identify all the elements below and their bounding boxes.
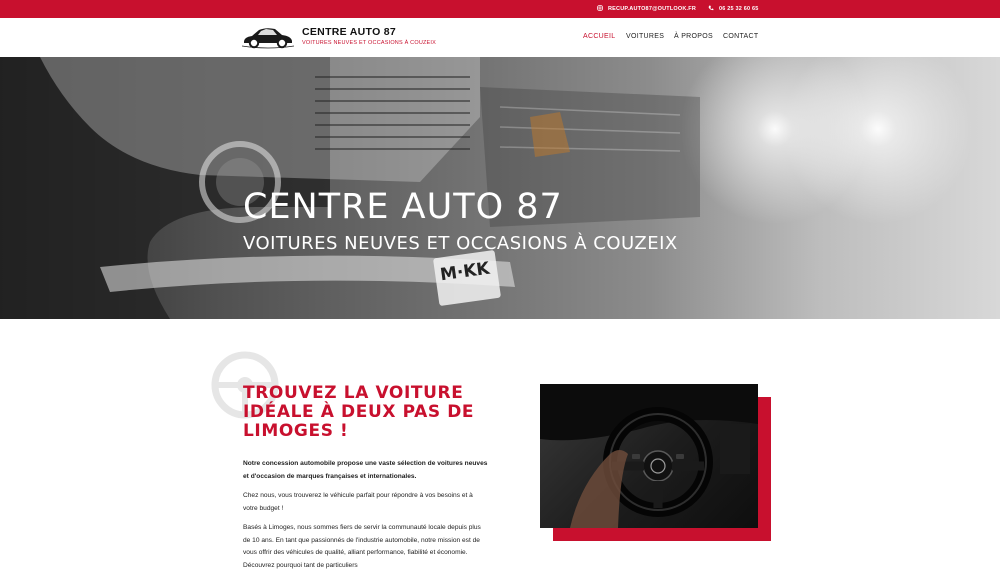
intro-paragraph-1: Notre concession automobile propose une … (243, 460, 488, 480)
hero-subtitle: VOITURES NEUVES ET OCCASIONS À COUZEIX (243, 233, 678, 254)
top-bar: RECUP.AUTO87@OUTLOOK.FR 06 25 32 60 65 (0, 0, 1000, 18)
nav-voitures[interactable]: VOITURES (626, 33, 664, 40)
nav-a-propos[interactable]: À PROPOS (674, 33, 713, 40)
brand-subtitle: VOITURES NEUVES ET OCCASIONS À COUZEIX (302, 40, 437, 46)
hero-banner: M·KK CENTRE AUTO 87 VOITURES NEUVES ET O… (0, 57, 1000, 319)
site-header: CENTRE AUTO 87 VOITURES NEUVES ET OCCASI… (0, 18, 1000, 57)
car-logo-icon[interactable] (241, 24, 295, 50)
phone-text: 06 25 32 60 65 (719, 6, 759, 12)
phone-icon (708, 5, 714, 13)
email-text: RECUP.AUTO87@OUTLOOK.FR (608, 6, 696, 12)
steering-wheel-photo (540, 384, 758, 528)
nav-contact[interactable]: CONTACT (723, 33, 758, 40)
intro-headline: TROUVEZ LA VOITURE IDÉALE À DEUX PAS DE … (243, 383, 475, 441)
intro-paragraph-2: Chez nous, vous trouverez le véhicule pa… (243, 492, 473, 512)
email-link[interactable]: RECUP.AUTO87@OUTLOOK.FR (597, 0, 696, 18)
instagram-icon (597, 5, 603, 13)
phone-link[interactable]: 06 25 32 60 65 (708, 0, 759, 18)
hero-title: CENTRE AUTO 87 (243, 187, 563, 227)
brand-title[interactable]: CENTRE AUTO 87 (302, 26, 396, 38)
nav-accueil[interactable]: ACCUEIL (583, 33, 615, 40)
